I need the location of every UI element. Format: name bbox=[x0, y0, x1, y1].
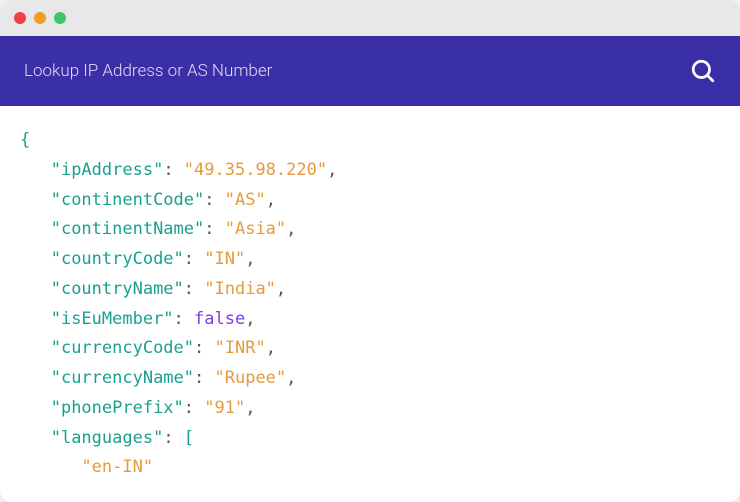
minimize-icon[interactable] bbox=[34, 12, 46, 24]
close-icon[interactable] bbox=[14, 12, 26, 24]
json-response: { "ipAddress": "49.35.98.220", "continen… bbox=[0, 106, 740, 502]
titlebar bbox=[0, 0, 740, 36]
search-input[interactable] bbox=[24, 61, 678, 81]
maximize-icon[interactable] bbox=[54, 12, 66, 24]
search-icon[interactable] bbox=[690, 58, 716, 84]
search-bar bbox=[0, 36, 740, 106]
app-window: { "ipAddress": "49.35.98.220", "continen… bbox=[0, 0, 740, 502]
